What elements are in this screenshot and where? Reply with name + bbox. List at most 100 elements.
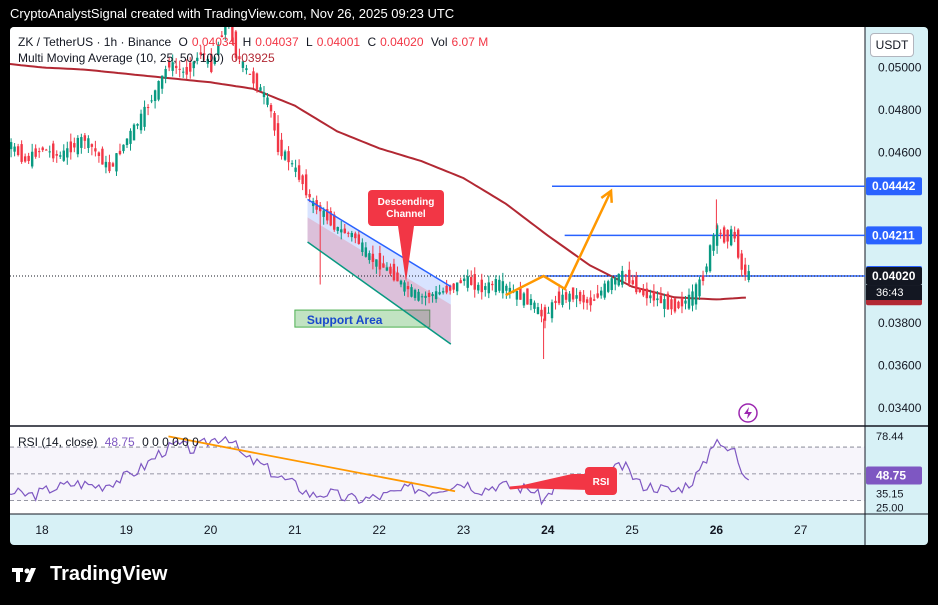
candle-body bbox=[480, 279, 483, 293]
symbol-name: ZK / TetherUS · 1h · Binance bbox=[18, 35, 172, 49]
candle-body bbox=[522, 293, 526, 306]
candle-body bbox=[83, 135, 87, 141]
rsi-tick-label: 35.15 bbox=[876, 489, 904, 501]
candle-body bbox=[80, 137, 83, 148]
candle-body bbox=[304, 174, 308, 196]
candle-body bbox=[624, 274, 627, 277]
candle-body bbox=[357, 234, 361, 244]
candle-body bbox=[484, 286, 487, 290]
candle-body bbox=[550, 302, 554, 319]
candle-body bbox=[441, 291, 445, 293]
candle-body bbox=[729, 229, 733, 246]
candle-body bbox=[347, 232, 350, 234]
candle-body bbox=[280, 139, 283, 157]
candle-body bbox=[30, 151, 34, 167]
candle-body bbox=[245, 68, 248, 71]
brand-name: TradingView bbox=[50, 563, 168, 585]
candle-body bbox=[301, 175, 304, 185]
candle-body bbox=[603, 283, 606, 298]
candle-body bbox=[392, 263, 396, 281]
price-tick-label: 0.04800 bbox=[878, 103, 922, 117]
candle-body bbox=[638, 288, 642, 293]
rsi-legend-name: RSI (14, close) bbox=[18, 435, 98, 449]
ma-legend-name: Multi Moving Average (10, 25, 50, 100) bbox=[18, 51, 224, 65]
candle-body bbox=[568, 293, 571, 302]
candle-body bbox=[487, 282, 490, 294]
candle-body bbox=[473, 274, 476, 290]
chart-frame[interactable]: Descending Channel Support Area RSI 0.0500… bbox=[10, 27, 928, 545]
candle-body bbox=[599, 290, 603, 296]
volume-label: Vol bbox=[430, 35, 448, 49]
rsi-tick-label: 78.44 bbox=[876, 431, 904, 443]
candle-body bbox=[125, 138, 129, 145]
candle-body bbox=[505, 285, 508, 291]
price-label-text: 0.04020 bbox=[872, 269, 916, 283]
candle-body bbox=[361, 242, 364, 252]
candle-body bbox=[673, 298, 677, 312]
candle-body bbox=[596, 293, 599, 298]
candle-body bbox=[389, 266, 392, 274]
descending-channel-text: Channel bbox=[386, 209, 426, 220]
candle-body bbox=[378, 253, 382, 270]
candle-body bbox=[385, 267, 389, 271]
candle-body bbox=[139, 113, 143, 131]
candle-body bbox=[452, 283, 455, 290]
candle-body bbox=[41, 147, 44, 151]
candle-body bbox=[174, 65, 178, 69]
candle-body bbox=[287, 151, 290, 163]
candle-body bbox=[297, 165, 301, 180]
candle-body bbox=[712, 235, 715, 251]
time-tick-label: 25 bbox=[625, 523, 639, 537]
candle-body bbox=[694, 284, 698, 305]
price-tick-label: 0.05000 bbox=[878, 60, 922, 74]
open-label: O bbox=[178, 35, 188, 49]
candle-body bbox=[73, 143, 76, 148]
candle-body bbox=[578, 291, 582, 302]
candle-body bbox=[438, 292, 441, 295]
candle-body bbox=[269, 104, 273, 112]
currency-button[interactable]: USDT bbox=[870, 33, 914, 57]
candle-body bbox=[571, 287, 575, 300]
price-tick-label: 0.04600 bbox=[878, 146, 922, 160]
symbol-legend: ZK / TetherUS · 1h · Binance O 0.04034 H0… bbox=[18, 35, 492, 49]
candle-body bbox=[350, 232, 354, 238]
candle-body bbox=[589, 297, 592, 306]
candle-body bbox=[543, 307, 547, 321]
candle-body bbox=[129, 130, 132, 144]
low-value: 0.04001 bbox=[316, 35, 361, 49]
candle-body bbox=[733, 231, 736, 239]
candle-body bbox=[182, 71, 185, 73]
candle-body bbox=[23, 156, 27, 162]
candle-body bbox=[283, 151, 287, 160]
candle-body bbox=[684, 300, 687, 304]
rsi-legend-value: 48.75 bbox=[104, 435, 135, 449]
candle-body bbox=[354, 233, 357, 239]
rsi-current-text: 48.75 bbox=[876, 469, 906, 483]
price-tick-label: 0.03600 bbox=[878, 358, 922, 372]
candle-body bbox=[10, 142, 13, 150]
time-tick-label: 21 bbox=[288, 523, 302, 537]
candle-body bbox=[62, 150, 65, 161]
candle-body bbox=[434, 291, 438, 300]
candle-body bbox=[705, 266, 708, 273]
candle-body bbox=[635, 276, 638, 293]
candle-body bbox=[248, 73, 252, 75]
candle-body bbox=[691, 291, 694, 306]
open-value: 0.04034 bbox=[191, 35, 236, 49]
chart-canvas[interactable]: DescendingChannel Support Area RSI 0.0500… bbox=[10, 27, 928, 545]
candle-body bbox=[164, 68, 167, 79]
time-tick-label: 23 bbox=[457, 523, 471, 537]
candle-body bbox=[340, 229, 343, 233]
candle-body bbox=[501, 281, 505, 294]
candle-body bbox=[736, 229, 740, 258]
candle-body bbox=[143, 106, 146, 127]
candle-body bbox=[617, 273, 620, 286]
candle-body bbox=[396, 272, 399, 282]
rsi-legend[interactable]: RSI (14, close) 48.75 0 0 0 0 0 0 bbox=[18, 435, 203, 449]
time-tick-label: 26 bbox=[710, 523, 724, 537]
ma-legend[interactable]: Multi Moving Average (10, 25, 50, 100) 0… bbox=[18, 51, 279, 65]
candle-body bbox=[16, 146, 20, 156]
candle-body bbox=[146, 107, 150, 109]
candle-body bbox=[708, 245, 712, 272]
candle-body bbox=[132, 124, 136, 141]
